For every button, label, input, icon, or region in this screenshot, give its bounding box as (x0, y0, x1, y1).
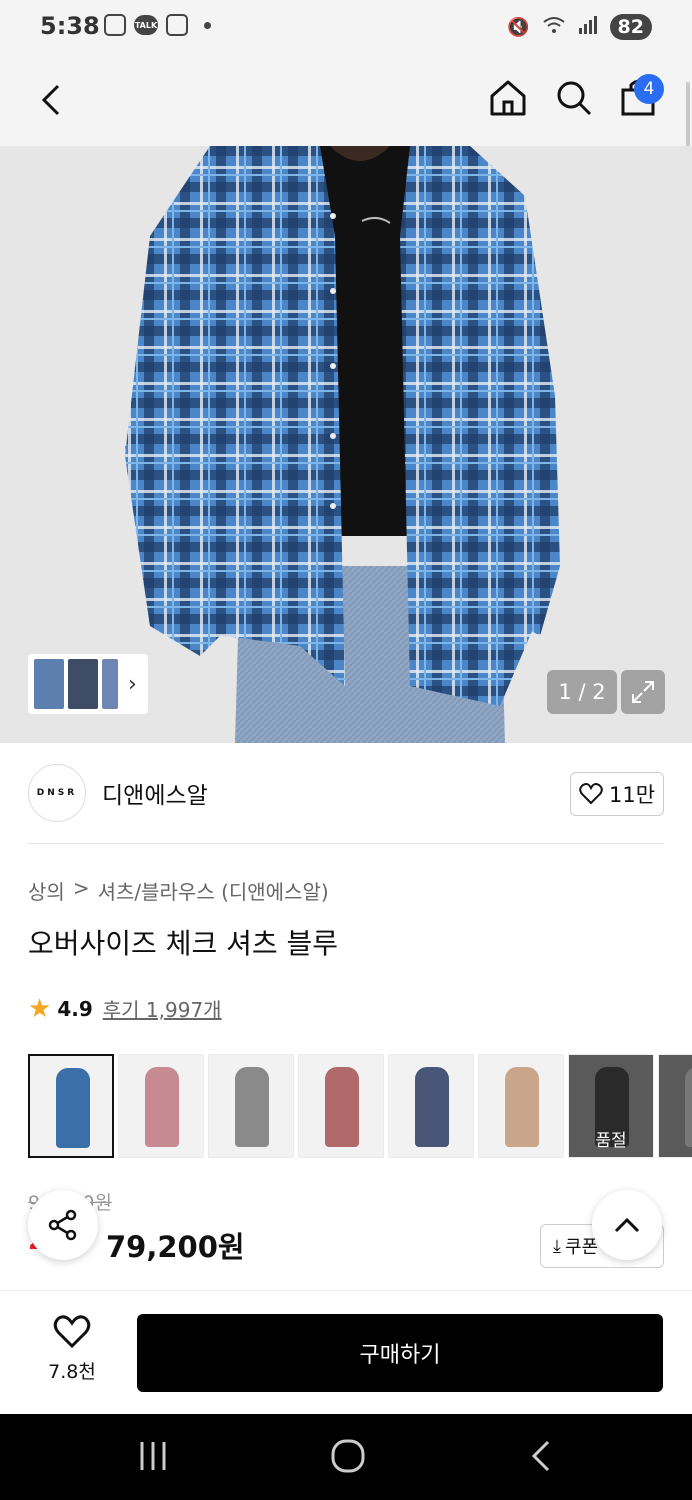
breadcrumb-item[interactable]: 상의 (28, 876, 65, 905)
rating-summary: ★ 4.9 후기 1,997개 (28, 994, 222, 1023)
bottom-action-bar: 7.8천 구매하기 (0, 1290, 692, 1414)
breadcrumb-item[interactable]: 셔츠/블라우스 (디앤에스알) (98, 876, 329, 905)
color-thumbnail (235, 1067, 269, 1147)
download-icon: ⤓ (553, 1235, 561, 1257)
talk-icon: TALK (134, 15, 158, 35)
share-button[interactable] (28, 1190, 98, 1260)
product-title: 오버사이즈 체크 셔츠 블루 (28, 927, 339, 960)
signal-icon (578, 15, 598, 39)
sold-out-label: 품절 (595, 1131, 627, 1151)
color-thumbnail (415, 1067, 449, 1147)
rating-score: 4.9 (57, 996, 93, 1021)
wishlist-count: 7.8천 (48, 1361, 96, 1383)
color-option-sold-out[interactable]: 품절 (568, 1054, 654, 1158)
thumbnail-image[interactable] (102, 659, 118, 709)
color-option[interactable] (298, 1054, 384, 1158)
scrollbar[interactable] (686, 82, 690, 152)
color-option-sold-out[interactable]: 품 (658, 1054, 692, 1158)
color-option[interactable] (208, 1054, 294, 1158)
notification-icons: TALK (104, 14, 211, 36)
mute-icon: 🔇 (507, 16, 530, 38)
color-options: 품절 품 (28, 1054, 692, 1160)
status-bar: 5:38 TALK 🔇 82 (0, 0, 692, 56)
chevron-right-icon: > (72, 876, 90, 900)
color-thumbnail (505, 1067, 539, 1147)
chevron-right-icon[interactable]: › (128, 672, 137, 697)
reviews-link[interactable]: 후기 1,997개 (103, 994, 222, 1023)
image-counter: 1 / 2 (547, 670, 617, 714)
brand-row: DNSR 디앤에스알 11만 (28, 744, 664, 844)
brand-like-count: 11만 (608, 783, 656, 807)
heart-icon (53, 1315, 91, 1349)
breadcrumb: 상의 > 셔츠/블라우스 (디앤에스알) (28, 876, 329, 905)
cart-count-badge: 4 (634, 74, 664, 104)
more-notifications-icon (204, 21, 211, 29)
star-icon: ★ (28, 993, 52, 1024)
status-time: 5:38 (40, 12, 100, 40)
color-thumbnail (56, 1068, 90, 1148)
screenshot-icon (104, 14, 126, 36)
home-circle-icon[interactable] (330, 1438, 366, 1478)
system-back-icon[interactable] (528, 1438, 556, 1478)
brand-like-button[interactable]: 11만 (570, 772, 664, 816)
color-thumbnail (325, 1067, 359, 1147)
sold-out-label: 품 (659, 1126, 692, 1151)
brand-logo[interactable]: DNSR (28, 764, 86, 822)
share-icon (48, 1209, 77, 1241)
top-navigation (0, 56, 692, 146)
color-option[interactable] (28, 1054, 114, 1158)
back-icon[interactable] (36, 78, 66, 122)
color-option[interactable] (118, 1054, 204, 1158)
color-option[interactable] (478, 1054, 564, 1158)
image-thumbnail-strip[interactable]: › (28, 654, 148, 714)
color-thumbnail (145, 1067, 179, 1147)
system-icons: 🔇 82 (507, 14, 652, 40)
product-image[interactable]: › 1 / 2 (0, 146, 692, 743)
chevron-up-icon (614, 1217, 640, 1233)
system-navigation-bar (0, 1414, 692, 1500)
scroll-to-top-button[interactable] (592, 1190, 662, 1260)
home-icon[interactable] (488, 78, 528, 122)
buy-button[interactable]: 구매하기 (137, 1314, 663, 1392)
brand-name[interactable]: 디앤에스알 (102, 776, 208, 810)
app-notification-icon (166, 14, 188, 36)
color-option[interactable] (388, 1054, 474, 1158)
wishlist-button[interactable]: 7.8천 (36, 1315, 108, 1384)
heart-icon (579, 783, 603, 805)
thumbnail-image[interactable] (68, 659, 98, 709)
expand-icon[interactable] (621, 670, 665, 714)
battery-indicator: 82 (609, 14, 652, 40)
wifi-icon (542, 15, 566, 40)
recent-apps-icon[interactable] (138, 1438, 168, 1478)
final-price: 79,200원 (106, 1230, 245, 1264)
thumbnail-image[interactable] (34, 659, 64, 709)
search-icon[interactable] (554, 78, 594, 122)
